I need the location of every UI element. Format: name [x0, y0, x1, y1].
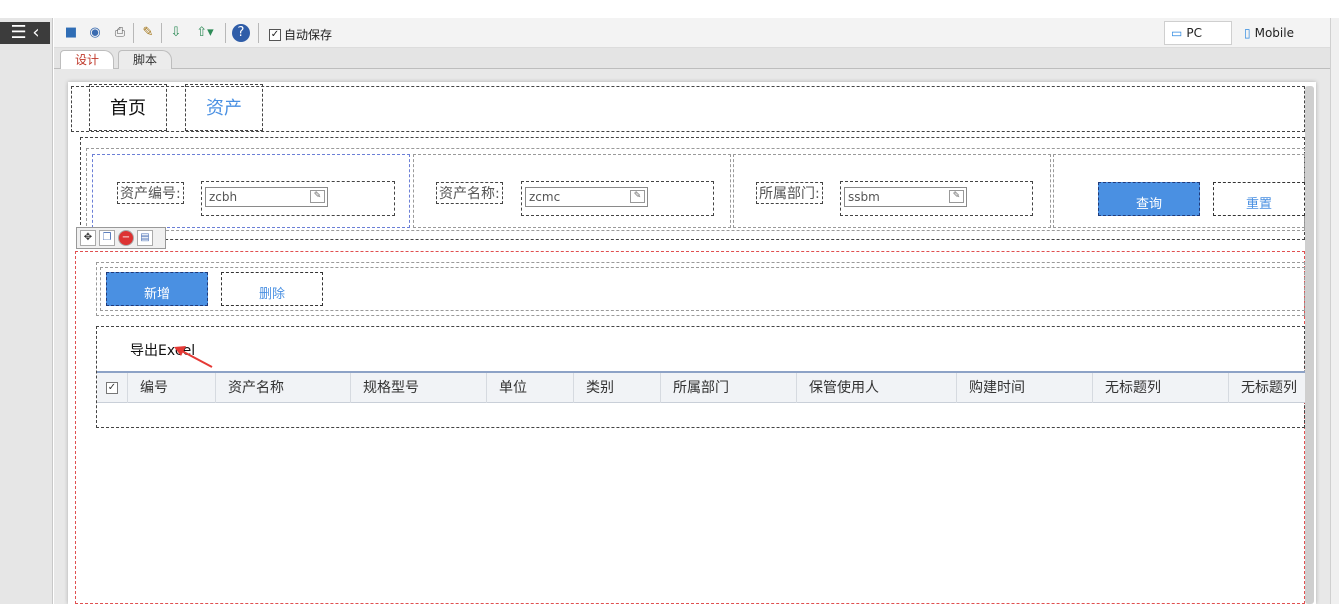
- copy-icon[interactable]: ❐: [99, 230, 115, 246]
- outer-scrollbar[interactable]: [1330, 18, 1339, 604]
- component-toolbar: ✥ ❐ − ▤: [76, 227, 166, 249]
- hamburger-menu-icon[interactable]: ☰ ‹: [0, 22, 50, 44]
- asset-code-label: 资产编号:: [117, 182, 184, 204]
- column-header[interactable]: 无标题列: [1093, 373, 1229, 403]
- add-button[interactable]: 新增: [106, 272, 208, 306]
- select-all-checkbox[interactable]: ✓: [97, 373, 128, 403]
- column-header[interactable]: 所属部门: [661, 373, 797, 403]
- help-icon[interactable]: ?: [232, 24, 250, 42]
- nav-tab-home[interactable]: 首页: [89, 84, 167, 131]
- column-header[interactable]: 类别: [574, 373, 661, 403]
- edit-icon[interactable]: ✎: [310, 190, 325, 203]
- phone-icon: ▯: [1244, 26, 1251, 40]
- asset-name-value: zcmc: [529, 190, 561, 204]
- pc-view-button[interactable]: ▭ PC: [1164, 21, 1232, 45]
- preview-icon[interactable]: ◉: [86, 24, 104, 42]
- reset-button[interactable]: 重置: [1213, 182, 1305, 216]
- properties-icon[interactable]: ▤: [137, 230, 153, 246]
- column-header[interactable]: 编号: [128, 373, 216, 403]
- department-label: 所属部门:: [756, 182, 823, 204]
- column-header[interactable]: 单位: [487, 373, 574, 403]
- save-icon[interactable]: ■: [62, 24, 80, 42]
- department-input[interactable]: ssbm ✎: [844, 187, 967, 207]
- wand-icon[interactable]: ✎: [139, 24, 157, 42]
- grid-header: ✓ 编号 资产名称 规格型号 单位 类别 所属部门 保管使用人 购建时间 无标题…: [97, 371, 1305, 403]
- editor-tabs: 设计 脚本: [54, 48, 1330, 70]
- top-strip: [0, 0, 1339, 18]
- asset-name-label: 资产名称:: [436, 182, 503, 204]
- nav-tab-assets[interactable]: 资产: [185, 84, 263, 131]
- edit-icon[interactable]: ✎: [949, 190, 964, 203]
- export-icon[interactable]: ⇧▾: [192, 24, 218, 42]
- checkbox-checked-icon[interactable]: ✓: [106, 382, 118, 394]
- column-header[interactable]: 规格型号: [351, 373, 487, 403]
- asset-name-input[interactable]: zcmc ✎: [525, 187, 648, 207]
- tab-script[interactable]: 脚本: [118, 50, 173, 69]
- autosave-label: 自动保存: [284, 28, 333, 42]
- department-value: ssbm: [848, 190, 880, 204]
- print-icon[interactable]: ⎙: [111, 24, 129, 42]
- search-button[interactable]: 查询: [1098, 182, 1200, 216]
- delete-button[interactable]: 删除: [221, 272, 323, 306]
- asset-code-input[interactable]: zcbh ✎: [205, 187, 328, 207]
- import-icon[interactable]: ⇩: [167, 24, 185, 42]
- checkbox-checked-icon[interactable]: ✓: [269, 28, 281, 41]
- annotation-arrow-icon: [174, 346, 213, 368]
- mobile-label: Mobile: [1254, 26, 1294, 40]
- column-header[interactable]: 无标题列: [1229, 373, 1305, 403]
- autosave-toggle[interactable]: ✓ 自动保存: [269, 26, 332, 43]
- delete-icon[interactable]: −: [118, 230, 134, 246]
- edit-icon[interactable]: ✎: [630, 190, 645, 203]
- mobile-view-button[interactable]: ▯ Mobile: [1244, 21, 1320, 45]
- column-header[interactable]: 保管使用人: [797, 373, 957, 403]
- left-panel: [0, 18, 53, 604]
- pc-label: PC: [1186, 26, 1202, 40]
- page-scrollbar[interactable]: [1305, 86, 1314, 604]
- column-header[interactable]: 购建时间: [957, 373, 1093, 403]
- column-header[interactable]: 资产名称: [216, 373, 351, 403]
- monitor-icon: ▭: [1171, 26, 1183, 40]
- asset-code-value: zcbh: [209, 190, 238, 204]
- tab-design[interactable]: 设计: [60, 50, 115, 70]
- toolbar: ■ ◉ ⎙ ✎ ⇩ ⇧▾ ? ✓ 自动保存 ▭ PC ▯ Mobile: [54, 18, 1330, 48]
- move-icon[interactable]: ✥: [80, 230, 96, 246]
